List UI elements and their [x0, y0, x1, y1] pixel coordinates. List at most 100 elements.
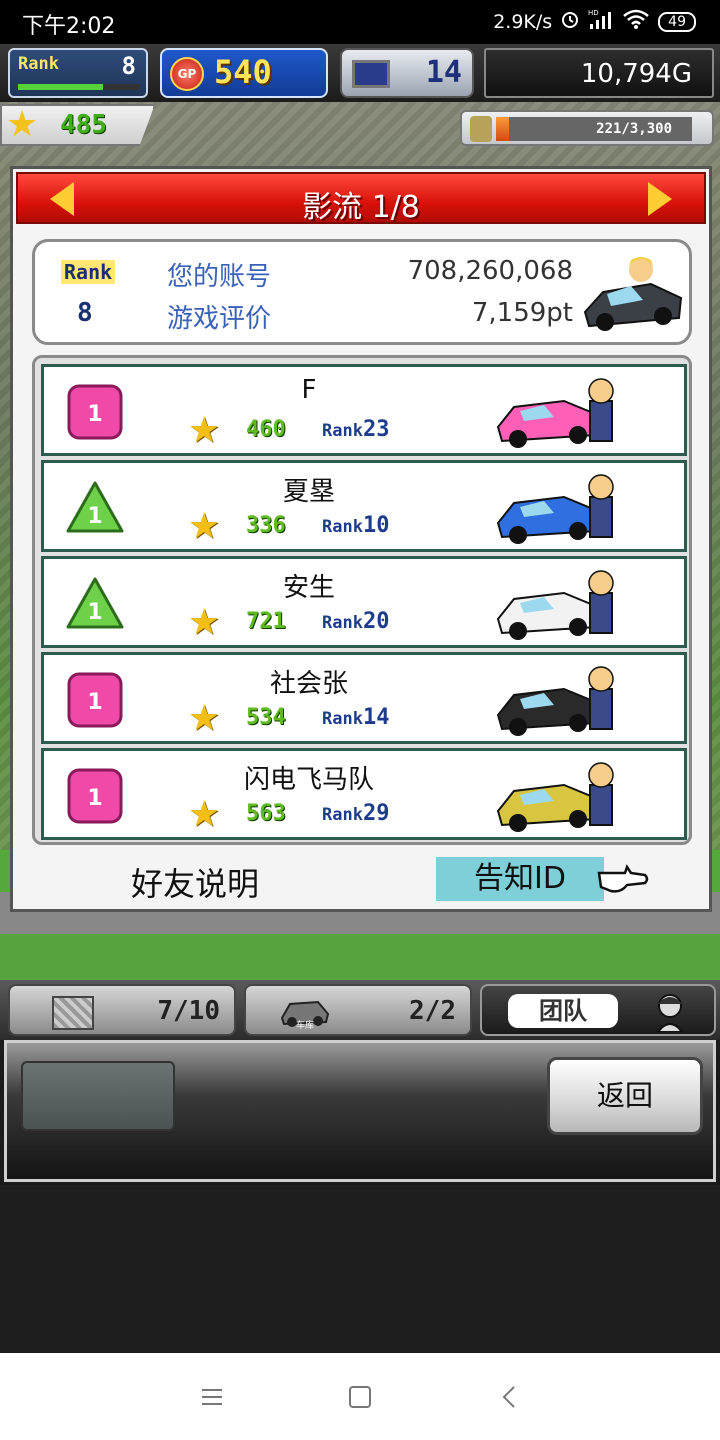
items-tab[interactable]: 7/10 — [8, 984, 236, 1036]
account-rank-value: 8 — [77, 298, 93, 328]
friend-rank: Rank20 — [322, 609, 389, 634]
signal-icon: HD — [588, 8, 614, 35]
person-icon — [656, 994, 684, 1032]
friend-rank-value: 14 — [362, 705, 390, 730]
research-counter[interactable]: 14 — [340, 48, 474, 98]
friend-stars: 460 — [246, 417, 286, 442]
player-rank: Rank 8 — [8, 48, 148, 98]
status-time: 下午2:02 — [22, 14, 116, 39]
friend-stars: 336 — [246, 513, 286, 538]
friend-row[interactable]: 1 F ★ 460 Rank23 — [41, 364, 687, 456]
badge-number: 1 — [87, 690, 102, 715]
account-id-value: 708,260,068 — [407, 256, 573, 286]
friend-rank: Rank10 — [322, 513, 389, 538]
friend-rank-value: 29 — [362, 801, 390, 826]
friend-name: 社会张 — [269, 669, 348, 699]
player-car-icon — [583, 257, 683, 331]
alarm-icon — [560, 9, 580, 34]
game-tab-bar: 7/10 车库 2/2 团队 — [0, 980, 720, 1040]
computer-icon — [352, 60, 390, 88]
friend-car-icon — [496, 474, 614, 544]
friend-panel: 影流 1/8 Rank 8 您的账号 708,260,068 游戏评价 7,15… — [10, 166, 712, 912]
friend-rank-value: 10 — [362, 513, 390, 538]
system-nav-bar — [0, 1353, 720, 1440]
star-counter: ★ 485 — [0, 104, 155, 146]
friend-car-icon — [496, 570, 614, 640]
friend-level-badge-icon: 1 — [67, 768, 123, 824]
friend-row[interactable]: 1 闪电飞马队 ★ 563 Rank29 — [41, 748, 687, 840]
rank-progress-bar — [18, 84, 140, 90]
friend-help-button[interactable]: 好友说明 — [131, 859, 259, 905]
command-bar: 返回 — [4, 1040, 716, 1182]
friend-rank-value: 23 — [362, 417, 390, 442]
friend-stars: 534 — [246, 705, 286, 730]
rank-label: Rank — [18, 54, 59, 74]
friend-level-badge-icon: 1 — [67, 384, 123, 440]
rating-value: 7,159pt — [471, 298, 573, 328]
friend-rank: Rank29 — [322, 801, 389, 826]
team-label: 团队 — [508, 994, 618, 1028]
friend-row[interactable]: 1 夏塁 ★ 336 Rank10 — [41, 460, 687, 552]
star-value: 485 — [60, 110, 107, 140]
money-value: 10,794G — [580, 59, 692, 89]
friend-rank-label: Rank — [322, 517, 363, 537]
friend-car-icon — [496, 666, 614, 736]
garage-tab[interactable]: 车库 2/2 — [244, 984, 472, 1036]
star-icon: ★ — [188, 506, 221, 547]
friend-name: 夏塁 — [282, 477, 335, 507]
next-page-arrow-icon[interactable] — [648, 182, 672, 216]
account-id-label: 您的账号 — [167, 262, 272, 292]
status-icons: 2.9K/s HD 49 — [493, 8, 696, 35]
friend-level-badge-icon: 1 — [66, 481, 124, 533]
research-value: 14 — [425, 55, 462, 90]
top-hud: Rank 8 GP 540 14 10,794G — [0, 44, 720, 102]
notify-id-button[interactable]: 告知ID — [436, 857, 604, 901]
friend-rank-label: Rank — [322, 421, 363, 441]
items-count: 7/10 — [157, 996, 220, 1026]
empty-area — [0, 1185, 720, 1353]
garage-car-icon: 车库 — [280, 1000, 330, 1030]
star-icon: ★ — [188, 794, 221, 835]
friend-stars: 721 — [246, 609, 286, 634]
fuel-can-icon — [470, 116, 492, 142]
friend-name: 安生 — [282, 573, 335, 603]
crate-icon — [52, 996, 94, 1030]
money-display: 10,794G — [484, 48, 714, 98]
menu-icon[interactable] — [192, 1379, 232, 1415]
wifi-icon — [622, 8, 650, 35]
friend-name: 闪电飞马队 — [243, 765, 374, 795]
net-speed: 2.9K/s — [493, 10, 553, 33]
badge-number: 1 — [87, 600, 102, 625]
friend-rank: Rank14 — [322, 705, 389, 730]
friend-row[interactable]: 1 安生 ★ 721 Rank20 — [41, 556, 687, 648]
friend-rank-label: Rank — [322, 709, 363, 729]
back-button[interactable]: 返回 — [547, 1057, 703, 1135]
rank-value: 8 — [121, 52, 136, 80]
gp-counter[interactable]: GP 540 — [160, 48, 328, 98]
friend-car-icon — [496, 762, 614, 832]
team-tab[interactable]: 团队 — [480, 984, 716, 1036]
home-icon[interactable] — [340, 1379, 380, 1415]
friend-rank-value: 20 — [362, 609, 390, 634]
back-nav-icon[interactable] — [490, 1379, 530, 1415]
account-card: Rank 8 您的账号 708,260,068 游戏评价 7,159pt — [32, 239, 692, 345]
friend-car-icon — [496, 378, 614, 448]
badge-number: 1 — [87, 786, 102, 811]
command-slot — [21, 1061, 175, 1131]
friend-row[interactable]: 1 社会张 ★ 534 Rank14 — [41, 652, 687, 744]
friend-level-badge-icon: 1 — [67, 672, 123, 728]
gp-value: 540 — [214, 53, 272, 91]
hd-label: HD — [588, 9, 599, 17]
star-icon: ★ — [188, 602, 221, 643]
panel-header: 影流 1/8 — [16, 172, 706, 225]
star-icon: ★ — [188, 410, 221, 451]
friend-rank: Rank23 — [322, 417, 389, 442]
account-rank-label: Rank — [61, 260, 116, 284]
gp-coin-icon: GP — [170, 57, 204, 91]
panel-title: 影流 1/8 — [302, 190, 420, 225]
star-icon: ★ — [188, 698, 221, 739]
garage-label: 车库 — [296, 1019, 314, 1030]
friend-name: F — [301, 375, 317, 405]
friend-rank-label: Rank — [322, 613, 363, 633]
rating-label: 游戏评价 — [167, 304, 272, 334]
